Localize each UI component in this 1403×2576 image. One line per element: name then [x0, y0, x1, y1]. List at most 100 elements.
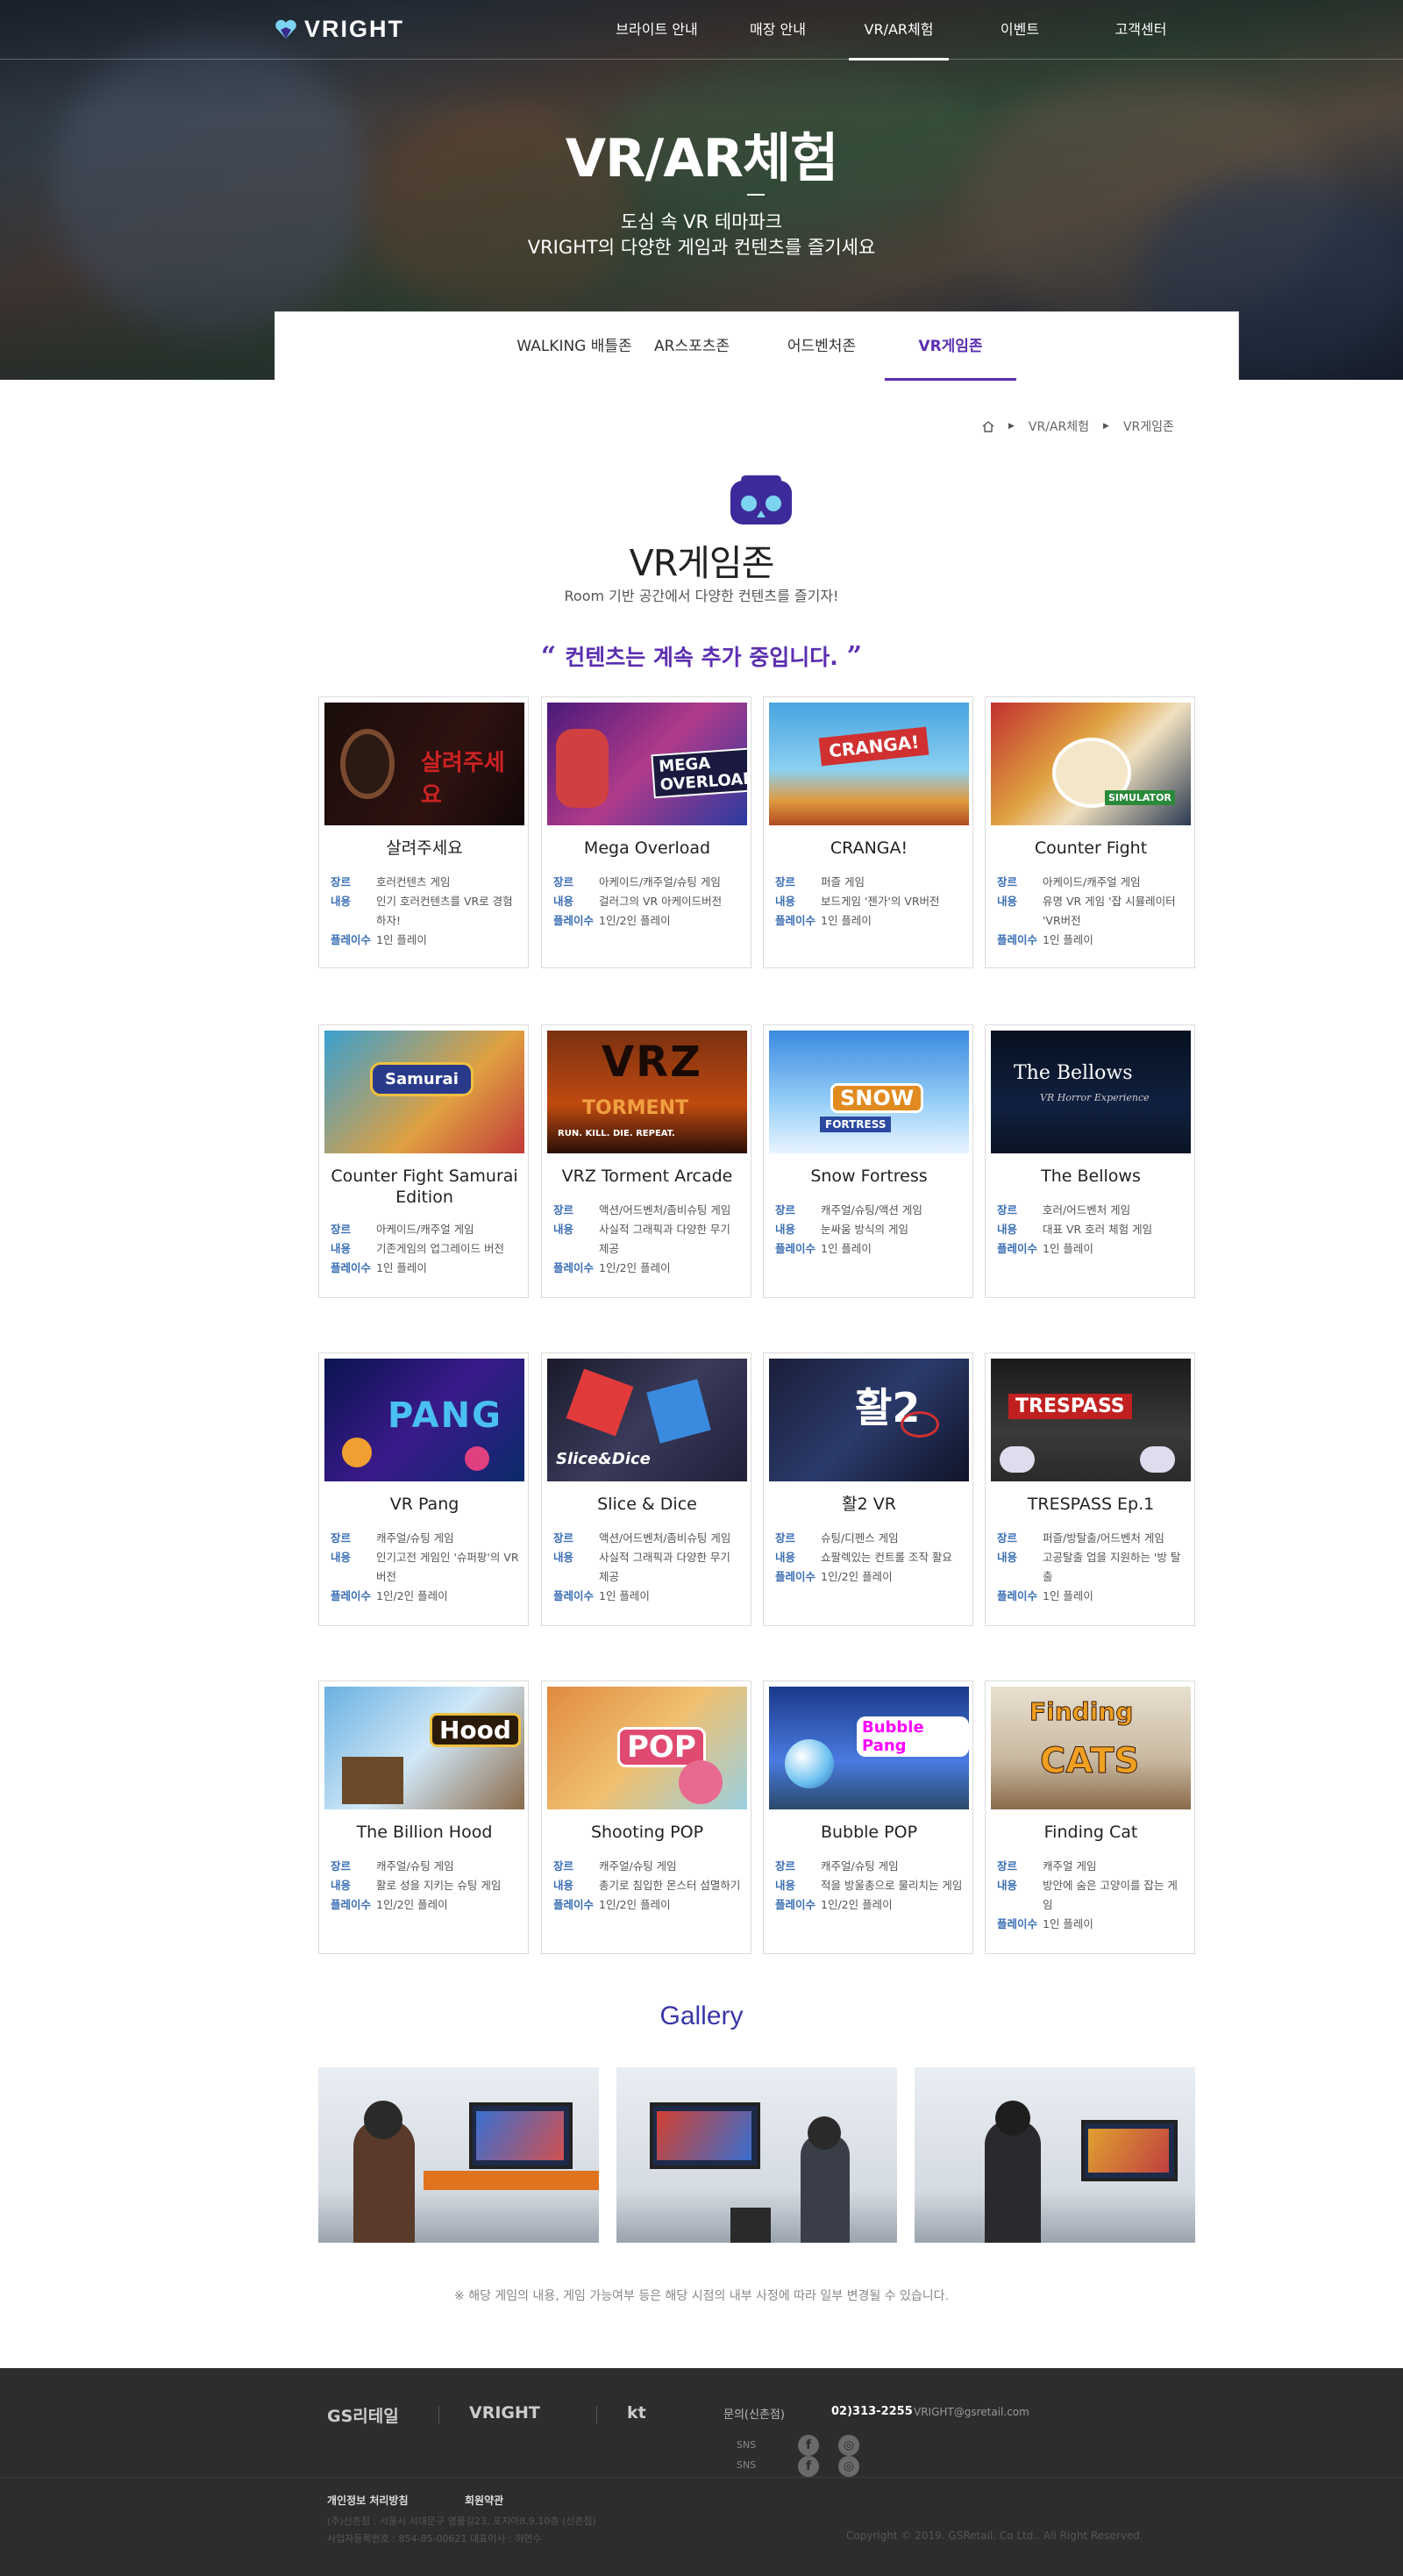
game-meta: 장르 퍼즐 게임 내용 보드게임 '젠가'의 VR버전 플레이수 1인 플레이 [775, 873, 964, 931]
game-title: CRANGA! [830, 838, 908, 858]
genre-label: 장르 [997, 875, 1018, 888]
instagram-icon[interactable]: ◎ [838, 2435, 859, 2456]
game-card[interactable]: 살려주세요 살려주세요 장르 호러컨텐츠 게임 내용 인기 호러컨텐츠를 VR로 경험하자… [318, 696, 529, 968]
game-card[interactable]: POP Shooting POP 장르 캐주얼/슈팅 게임 내용 총기로 침입한 몬스터 … [541, 1680, 751, 1954]
game-thumbnail[interactable]: Hood [324, 1687, 524, 1809]
thumb-title: Slice&Dice [556, 1450, 651, 1468]
genre-label: 장르 [997, 1531, 1018, 1545]
game-card[interactable]: 활2 활2 VR 장르 슈팅/디펜스 게임 내용 쇼팔렉있는 컨트롤 조작 활요 플레이수 1… [763, 1352, 973, 1626]
tab-ar-sports[interactable]: AR스포츠존 [644, 312, 740, 381]
vright-footer-logo[interactable]: VRIGHT [469, 2403, 540, 2423]
game-card[interactable]: Hood The Billion Hood 장르 캐주얼/슈팅 게임 내용 활로 성을 지… [318, 1680, 529, 1954]
tab-adventure[interactable]: 어드벤처존 [773, 312, 870, 381]
game-card[interactable]: The Bellows VR Horror Experience The Bello… [985, 1024, 1195, 1298]
game-meta: 장르 캐주얼/슈팅/액션 게임 내용 눈싸움 방식의 게임 플레이수 1인 플레이 [775, 1201, 964, 1259]
game-thumbnail[interactable]: Finding CATS [991, 1687, 1191, 1809]
game-card[interactable]: Slice&Dice Slice & Dice 장르 액션/어드벤처/좀비슈팅 게임 내… [541, 1352, 751, 1626]
game-thumbnail[interactable]: VRZ TORMENT RUN. KILL. DIE. REPEAT. [547, 1031, 747, 1153]
genre-label: 장르 [331, 1531, 352, 1545]
home-icon[interactable] [982, 420, 994, 432]
game-meta: 장르 캐주얼 게임 내용 방안에 숨은 고양이를 잡는 게임 플레이수 1인 플레이 [997, 1857, 1186, 1934]
game-genre: 캐주얼/슈팅 게임 [821, 1859, 899, 1873]
game-genre: 캐주얼 게임 [1043, 1859, 1097, 1873]
privacy-policy-link[interactable]: 개인정보 처리방침 [327, 2493, 409, 2508]
game-players: 1인/2인 플레이 [821, 1570, 893, 1583]
game-thumbnail[interactable]: PANG [324, 1359, 524, 1481]
footer: GS리테일 VRIGHT kt 문의(신촌점) 02)313-2255 VRIG… [0, 2368, 1403, 2576]
inquiry-label: 문의(신촌점) [723, 2408, 785, 2422]
gallery-photo-1[interactable] [318, 2067, 599, 2243]
game-card[interactable]: SIMULATOR Counter Fight 장르 아케이드/캐주얼 게임 내용 유명 … [985, 696, 1195, 968]
game-description: 활로 성을 지키는 슈팅 게임 [376, 1879, 502, 1892]
thumb-title: Bubble Pang [857, 1716, 969, 1757]
thumb-subtitle: CATS [1039, 1741, 1140, 1782]
game-card[interactable]: CRANGA! CRANGA! 장르 퍼즐 게임 내용 보드게임 '젠가'의 VR버전 플레… [763, 696, 973, 968]
zone-tab-bar: WALKING 배틀존 AR스포츠존 어드벤처존 VR게임존 [274, 311, 1239, 381]
content-label: 내용 [331, 1242, 352, 1255]
gallery-photo-3[interactable] [915, 2067, 1195, 2243]
nav-vr-ar[interactable]: VR/AR체험 [838, 0, 959, 61]
players-label: 플레이수 [775, 914, 816, 927]
content-notice: “ 컨텐츠는 계속 추가 중입니다. ” [0, 640, 1403, 672]
game-thumbnail[interactable]: 활2 [769, 1359, 969, 1481]
kt-logo[interactable]: kt [627, 2403, 646, 2423]
gallery-photo-2[interactable] [616, 2067, 897, 2243]
nav-store-info[interactable]: 매장 안내 [717, 0, 838, 60]
game-title: VRZ Torment Arcade [561, 1167, 733, 1186]
quote-open-icon: “ [540, 641, 557, 672]
game-meta: 장르 캐주얼/슈팅 게임 내용 적을 방울총으로 물리치는 게임 플레이수 1인/2인 플… [775, 1857, 964, 1915]
game-thumbnail[interactable]: POP [547, 1687, 747, 1809]
game-card[interactable]: Bubble Pang Bubble POP 장르 캐주얼/슈팅 게임 내용 적을 방울총… [763, 1680, 973, 1954]
facebook-icon[interactable]: f [798, 2435, 819, 2456]
tab-walking-battle[interactable]: WALKING 배틀존 [515, 312, 634, 381]
nav-support[interactable]: 고객센터 [1080, 0, 1201, 60]
content-label: 내용 [775, 1223, 796, 1236]
game-thumbnail[interactable]: SIMULATOR [991, 703, 1191, 825]
game-card[interactable]: MEGA OVERLOAD Mega Overload 장르 아케이드/캐주얼/슈팅 … [541, 696, 751, 968]
thumb-tagline: RUN. KILL. DIE. REPEAT. [558, 1129, 675, 1138]
game-thumbnail[interactable]: The Bellows VR Horror Experience [991, 1031, 1191, 1153]
game-thumbnail[interactable]: 살려주세요 [324, 703, 524, 825]
tab-vr-game[interactable]: VR게임존 [885, 312, 1016, 381]
facebook-icon[interactable]: f [798, 2456, 819, 2477]
game-genre: 아케이드/캐주얼 게임 [1043, 875, 1141, 888]
game-card[interactable]: VRZ TORMENT RUN. KILL. DIE. REPEAT. VRZ Tor… [541, 1024, 751, 1298]
game-thumbnail[interactable]: Bubble Pang [769, 1687, 969, 1809]
game-description: 유명 VR 게임 '잡 시뮬레이터 'VR버전 [1043, 895, 1176, 927]
game-meta: 장르 액션/어드벤처/좀비슈팅 게임 내용 사실적 그래픽과 다양한 무기 제공 플레이… [553, 1201, 742, 1278]
game-card[interactable]: Finding CATS Finding Cat 장르 캐주얼 게임 내용 방안에 숨은 고… [985, 1680, 1195, 1954]
gs-retail-logo[interactable]: GS리테일 [327, 2403, 399, 2427]
instagram-icon[interactable]: ◎ [838, 2456, 859, 2477]
genre-label: 장르 [553, 1531, 574, 1545]
nav-event[interactable]: 이벤트 [959, 0, 1080, 60]
game-description: 적을 방울총으로 물리치는 게임 [821, 1879, 963, 1892]
genre-label: 장르 [331, 1859, 352, 1873]
breadcrumb-current: VR게임존 [1122, 420, 1174, 434]
phone-number[interactable]: 02)313-2255 [831, 2405, 913, 2418]
game-description: 대표 VR 호러 체험 게임 [1043, 1223, 1153, 1236]
thumb-title: TRESPASS [1008, 1394, 1132, 1419]
vright-logo[interactable]: VRIGHT [274, 16, 404, 43]
game-card[interactable]: TRESPASS TRESPASS Ep.1 장르 퍼즐/방탈출/어드벤처 게임 내용 고… [985, 1352, 1195, 1626]
game-thumbnail[interactable]: MEGA OVERLOAD [547, 703, 747, 825]
email-address[interactable]: VRIGHT@gsretail.com [914, 2406, 1029, 2418]
game-thumbnail[interactable]: SNOW FORTRESS [769, 1031, 969, 1153]
genre-label: 장르 [775, 1859, 796, 1873]
game-meta: 장르 아케이드/캐주얼 게임 내용 기존게임의 업그레이드 버전 플레이수 1인 플레이 [331, 1220, 519, 1278]
genre-label: 장르 [331, 1223, 352, 1236]
game-card[interactable]: PANG VR Pang 장르 캐주얼/슈팅 게임 내용 인기고전 게임인 '슈퍼팡'의 … [318, 1352, 529, 1626]
terms-link[interactable]: 회원약관 [465, 2493, 503, 2508]
content-label: 내용 [553, 1551, 574, 1564]
game-thumbnail[interactable]: TRESPASS [991, 1359, 1191, 1481]
nav-brand-info[interactable]: 브라이트 안내 [596, 0, 717, 60]
breadcrumb-item[interactable]: VR/AR체험 [1029, 417, 1089, 435]
game-card[interactable]: SNOW FORTRESS Snow Fortress 장르 캐주얼/슈팅/액션 게임 내… [763, 1024, 973, 1298]
game-thumbnail[interactable]: CRANGA! [769, 703, 969, 825]
game-thumbnail[interactable]: Slice&Dice [547, 1359, 747, 1481]
game-meta: 장르 액션/어드벤처/좀비슈팅 게임 내용 사실적 그래픽과 다양한 무기 제공 플레이… [553, 1529, 742, 1606]
content-label: 내용 [331, 1879, 352, 1892]
game-genre: 캐주얼/슈팅 게임 [376, 1531, 454, 1545]
game-genre: 퍼즐 게임 [821, 875, 865, 888]
game-thumbnail[interactable]: Samurai [324, 1031, 524, 1153]
game-card[interactable]: Samurai Counter Fight Samurai Edition 장르 아케… [318, 1024, 529, 1298]
